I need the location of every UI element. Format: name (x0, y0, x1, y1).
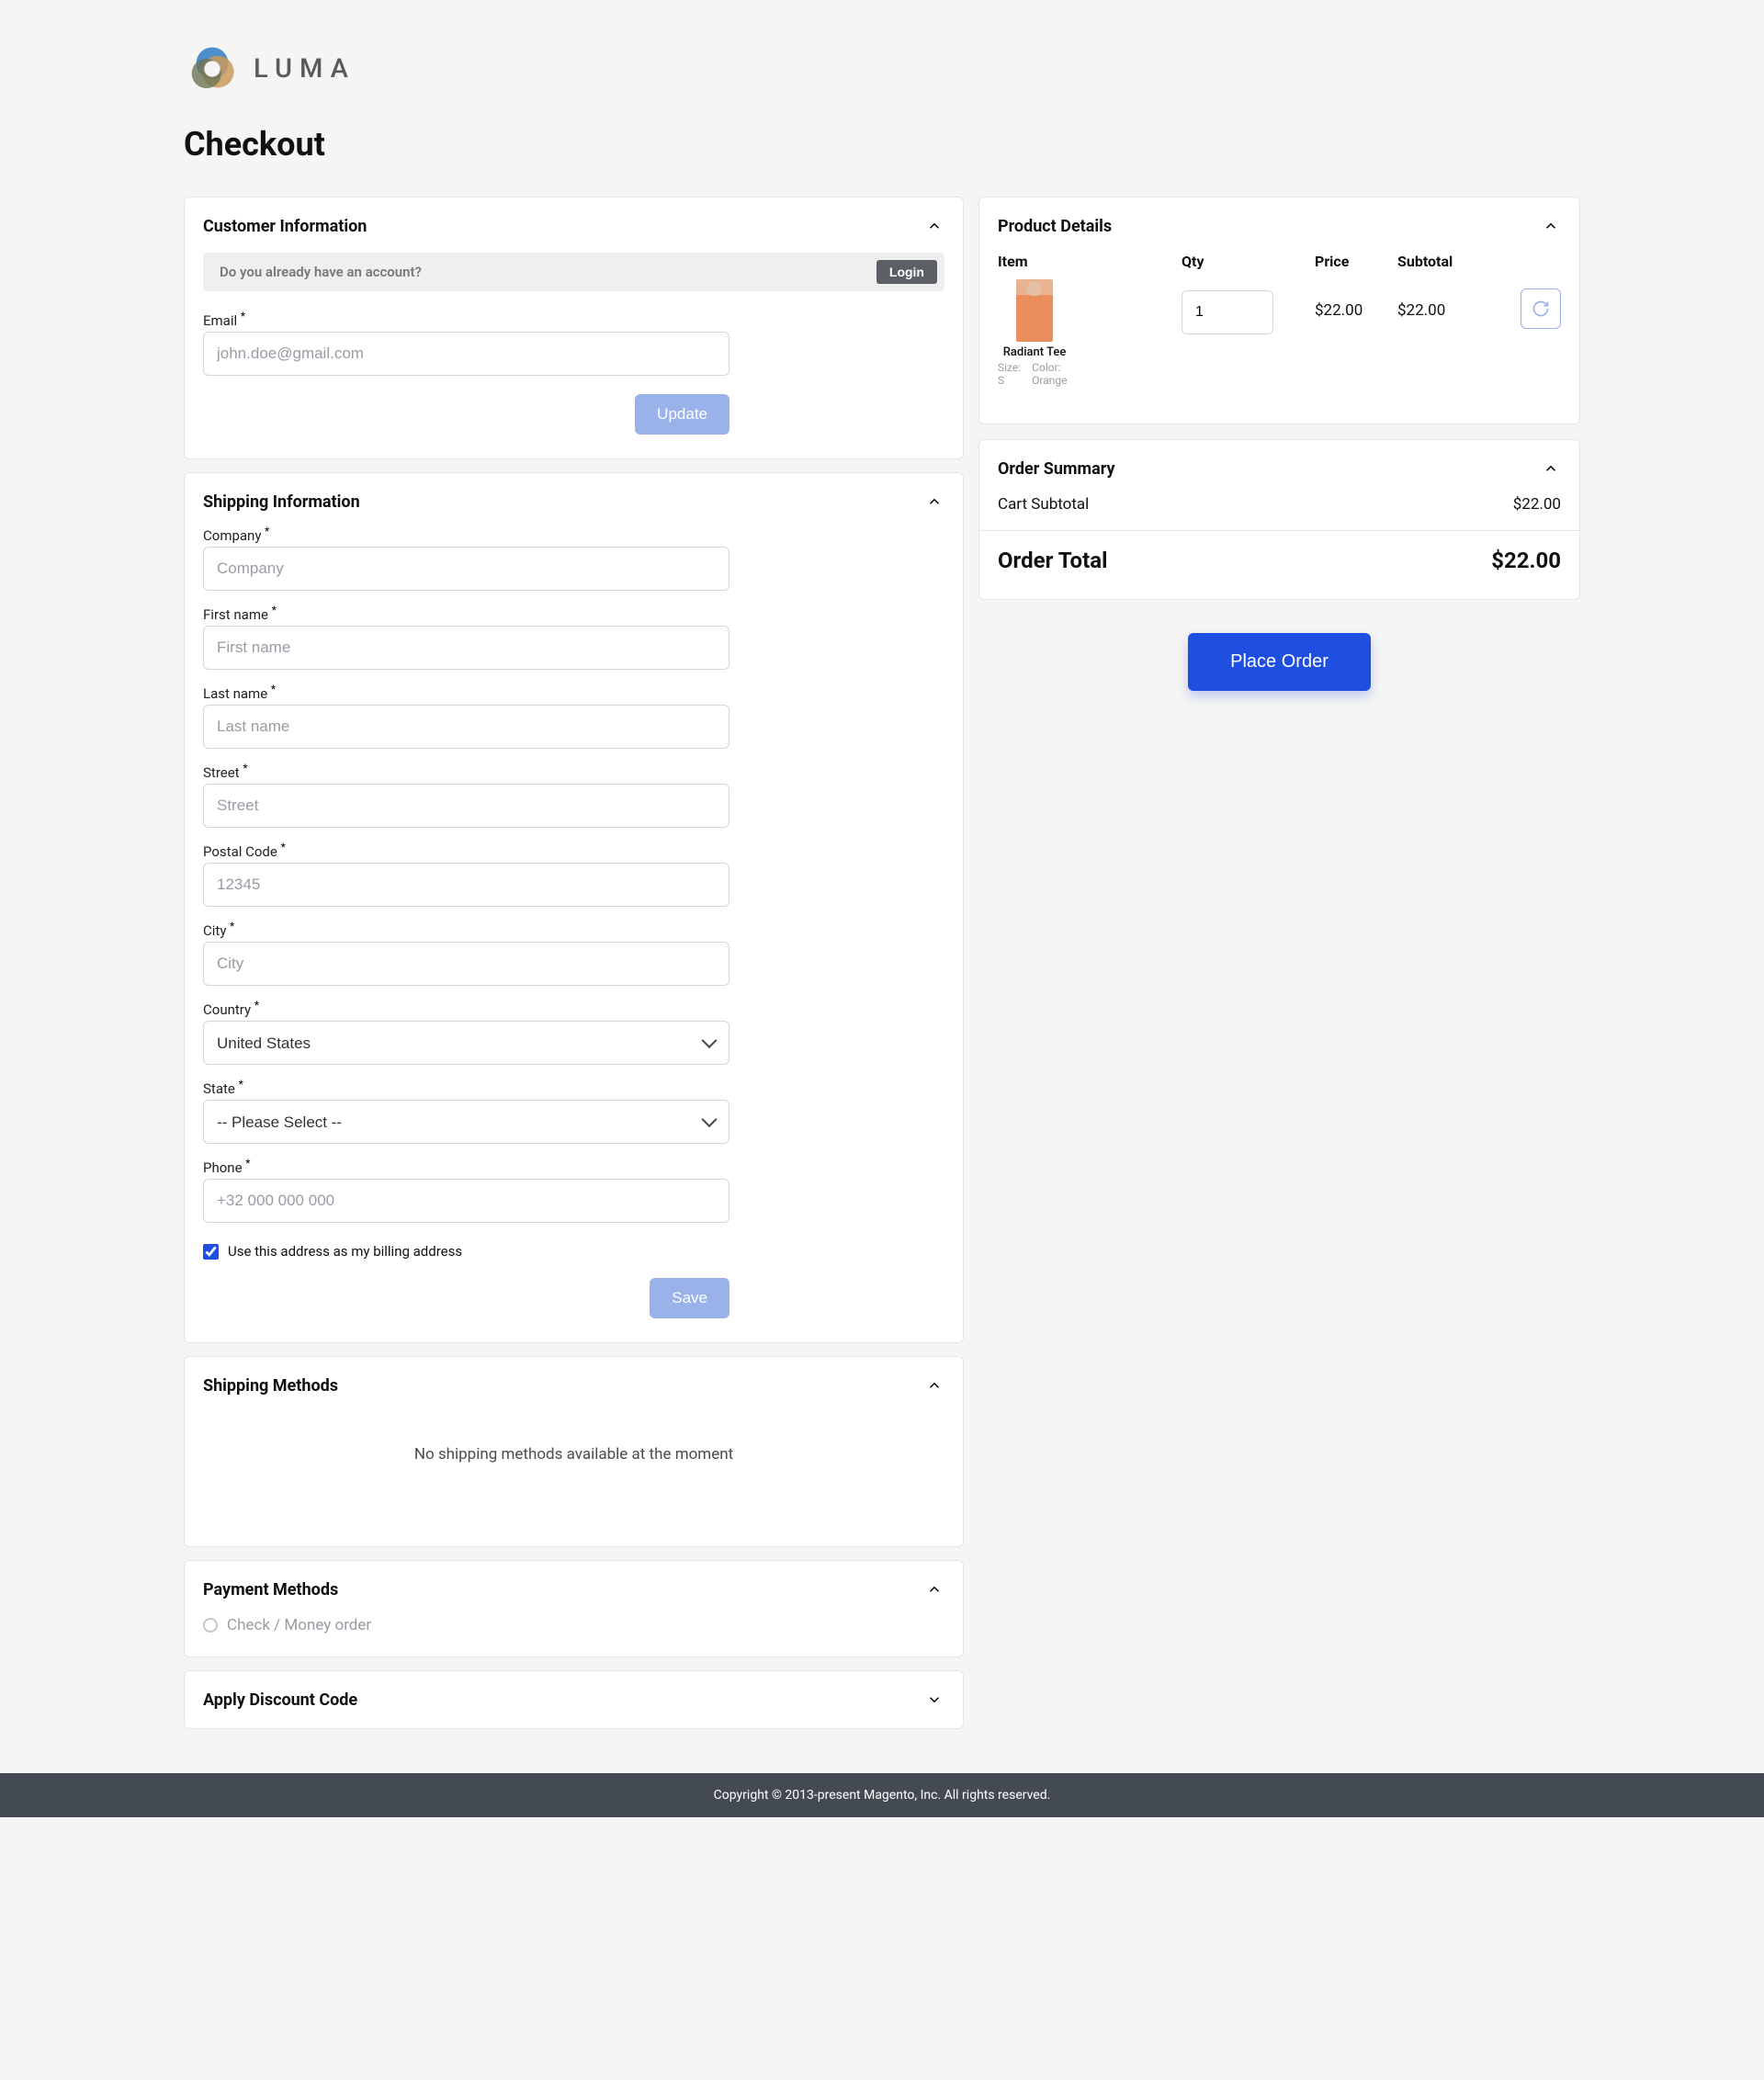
update-button[interactable]: Update (635, 394, 729, 435)
col-qty: Qty (1182, 253, 1315, 270)
item-price: $22.00 (1315, 279, 1397, 320)
order-total-label: Order Total (998, 548, 1107, 573)
customer-info-panel: Customer Information Do you already have… (184, 197, 964, 459)
city-label: City * (203, 920, 729, 939)
page-title: Checkout (184, 125, 1580, 164)
cart-subtotal-label: Cart Subtotal (998, 495, 1089, 514)
discount-panel: Apply Discount Code (184, 1670, 964, 1729)
customer-info-title: Customer Information (203, 217, 367, 236)
first-name-input[interactable] (203, 626, 729, 670)
street-input[interactable] (203, 784, 729, 828)
chevron-up-icon[interactable] (924, 1579, 944, 1600)
login-prompt-text: Do you already have an account? (220, 264, 422, 280)
email-label: Email * (203, 310, 729, 329)
brand-name: LUMA (254, 53, 356, 85)
country-select[interactable]: United States (203, 1021, 729, 1065)
product-image (1016, 279, 1053, 342)
last-name-input[interactable] (203, 705, 729, 749)
divider (979, 530, 1579, 531)
save-button[interactable]: Save (650, 1278, 729, 1318)
col-subtotal: Subtotal (1397, 253, 1480, 270)
country-label: Country * (203, 999, 729, 1018)
shipping-methods-panel: Shipping Methods No shipping methods ava… (184, 1356, 964, 1547)
footer-copyright: Copyright © 2013-present Magento, Inc. A… (0, 1773, 1764, 1817)
order-total-value: $22.00 (1491, 548, 1561, 573)
qty-input[interactable] (1182, 290, 1273, 334)
product-name: Radiant Tee (1003, 345, 1067, 359)
last-name-label: Last name * (203, 683, 729, 702)
col-item: Item (998, 253, 1182, 270)
billing-same-checkbox[interactable] (203, 1244, 219, 1260)
payment-option-check[interactable]: Check / Money order (227, 1616, 371, 1634)
chevron-up-icon[interactable] (1541, 216, 1561, 236)
payment-methods-panel: Payment Methods Check / Money order (184, 1560, 964, 1657)
site-header: LUMA (184, 18, 1580, 125)
company-input[interactable] (203, 547, 729, 591)
phone-input[interactable] (203, 1179, 729, 1223)
company-label: Company * (203, 525, 729, 544)
item-subtotal: $22.00 (1397, 279, 1480, 320)
state-label: State * (203, 1078, 729, 1097)
phone-label: Phone * (203, 1157, 729, 1176)
shipping-methods-title: Shipping Methods (203, 1376, 338, 1396)
chevron-up-icon[interactable] (924, 216, 944, 236)
chevron-up-icon[interactable] (924, 1375, 944, 1396)
place-order-button[interactable]: Place Order (1188, 633, 1371, 691)
col-price: Price (1315, 253, 1397, 270)
shipping-info-panel: Shipping Information Company * First nam… (184, 472, 964, 1343)
discount-title: Apply Discount Code (203, 1690, 357, 1710)
product-color: Color: Orange (1032, 361, 1071, 387)
product-row: Radiant Tee Size: S Color: Orange $22.00… (998, 279, 1561, 387)
product-details-title: Product Details (998, 217, 1112, 236)
payment-methods-title: Payment Methods (203, 1580, 338, 1600)
payment-radio-icon[interactable] (203, 1618, 218, 1633)
order-summary-title: Order Summary (998, 459, 1115, 479)
chevron-down-icon[interactable] (924, 1690, 944, 1710)
no-shipping-message: No shipping methods available at the mom… (203, 1396, 944, 1528)
billing-same-label: Use this address as my billing address (228, 1243, 462, 1260)
shipping-info-title: Shipping Information (203, 492, 360, 512)
luma-logo-icon (184, 40, 241, 97)
refresh-button[interactable] (1521, 288, 1561, 329)
postal-input[interactable] (203, 863, 729, 907)
postal-label: Postal Code * (203, 841, 729, 860)
chevron-up-icon[interactable] (1541, 458, 1561, 479)
login-button[interactable]: Login (876, 260, 937, 284)
order-summary-panel: Order Summary Cart Subtotal $22.00 Order… (978, 439, 1580, 600)
cart-subtotal-value: $22.00 (1513, 495, 1561, 514)
refresh-icon (1532, 300, 1550, 318)
first-name-label: First name * (203, 604, 729, 623)
street-label: Street * (203, 762, 729, 781)
product-size: Size: S (998, 361, 1021, 387)
state-select[interactable]: -- Please Select -- (203, 1100, 729, 1144)
chevron-up-icon[interactable] (924, 492, 944, 512)
email-input[interactable] (203, 332, 729, 376)
product-details-panel: Product Details Item Qty Price Subtotal … (978, 197, 1580, 424)
login-prompt-bar: Do you already have an account? Login (203, 253, 944, 291)
city-input[interactable] (203, 942, 729, 986)
